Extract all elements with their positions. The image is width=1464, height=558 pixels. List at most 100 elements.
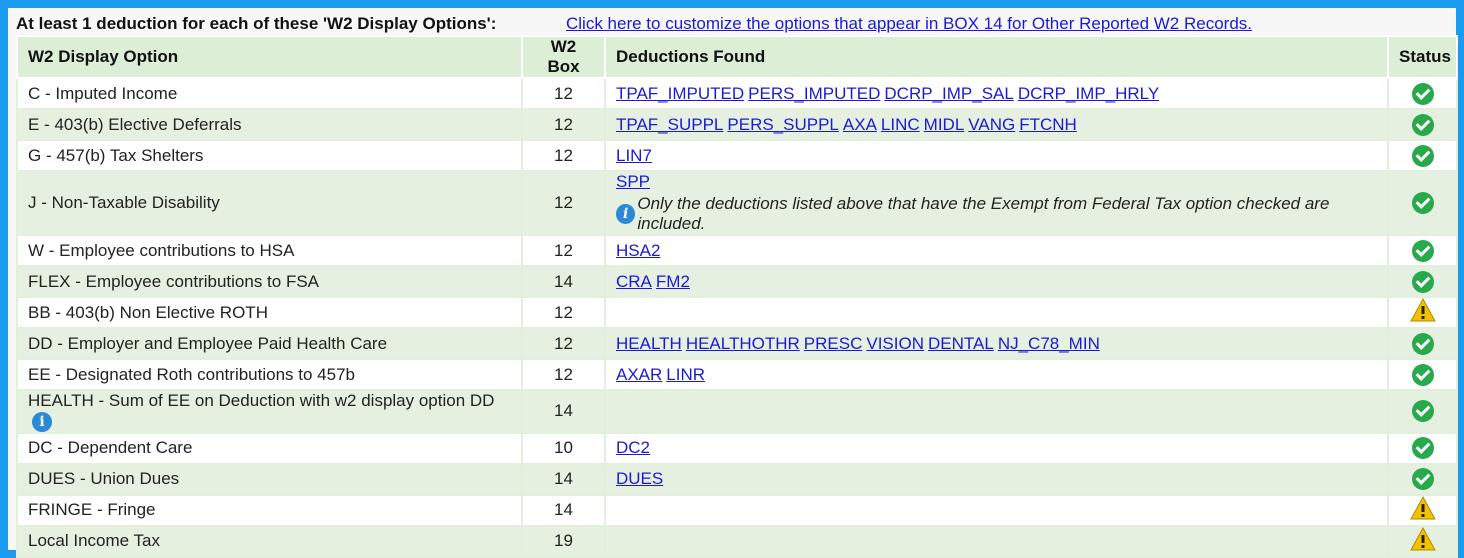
col-header-box[interactable]: W2 Box xyxy=(521,35,606,79)
deduction-link[interactable]: AXAR xyxy=(616,365,662,384)
table-row: BB - 403(b) Non Elective ROTH 12 xyxy=(16,296,1458,329)
option-label: E - 403(b) Elective Deferrals xyxy=(28,114,242,134)
deductions-cell xyxy=(604,493,1389,527)
status-cell xyxy=(1387,358,1458,391)
w2-box-cell: 14 xyxy=(521,265,606,298)
table-row: C - Imputed Income 12 TPAF_IMPUTED PERS_IMP… xyxy=(16,77,1458,110)
status-cell xyxy=(1387,389,1458,434)
w2-box-cell: 14 xyxy=(521,493,606,527)
deduction-link[interactable]: LINC xyxy=(881,115,920,134)
deduction-link[interactable]: DCRP_IMP_SAL xyxy=(884,84,1013,103)
deduction-link[interactable]: PRESC xyxy=(804,334,863,353)
deduction-link[interactable]: VISION xyxy=(866,334,924,353)
option-cell: Local Income Tax xyxy=(16,524,523,558)
option-cell: DC - Dependent Care xyxy=(16,431,523,465)
option-cell: EE - Designated Roth contributions to 45… xyxy=(16,358,523,391)
customize-box14-link[interactable]: Click here to customize the options that… xyxy=(566,14,1252,34)
option-cell: BB - 403(b) Non Elective ROTH xyxy=(16,296,523,329)
table-row: EE - Designated Roth contributions to 45… xyxy=(16,358,1458,391)
option-cell: DD - Employer and Employee Paid Health C… xyxy=(16,327,523,360)
deductions-cell: SPP i Only the deductions listed above tha… xyxy=(604,170,1389,236)
check-circle-icon xyxy=(1411,239,1434,262)
deduction-link[interactable]: LINR xyxy=(666,365,705,384)
deduction-link[interactable]: LIN7 xyxy=(616,146,652,165)
deductions-cell: DUES xyxy=(604,462,1389,496)
w2-box-cell: 19 xyxy=(521,524,606,558)
deduction-link[interactable]: PERS_SUPPL xyxy=(727,115,839,134)
col-header-status[interactable]: Status xyxy=(1387,35,1458,79)
check-circle-icon xyxy=(1411,400,1434,423)
option-cell: W - Employee contributions to HSA xyxy=(16,234,523,267)
deduction-links: HEALTH HEALTHOTHR PRESC VISION DENTAL NJ_C78_… xyxy=(616,334,1377,354)
status-cell xyxy=(1387,234,1458,267)
deduction-link[interactable]: DCRP_IMP_HRLY xyxy=(1018,84,1159,103)
deduction-links: DUES xyxy=(616,469,1377,489)
exempt-note: i Only the deductions listed above that h… xyxy=(616,194,1377,234)
deduction-link[interactable]: DC2 xyxy=(616,438,650,457)
check-circle-icon xyxy=(1411,437,1434,460)
option-cell: C - Imputed Income xyxy=(16,77,523,110)
deductions-cell: HEALTH HEALTHOTHR PRESC VISION DENTAL NJ_C78_… xyxy=(604,327,1389,360)
deduction-link[interactable]: TPAF_IMPUTED xyxy=(616,84,744,103)
section-title: At least 1 deduction for each of these '… xyxy=(16,14,497,33)
deduction-link[interactable]: PERS_IMPUTED xyxy=(748,84,880,103)
deduction-link[interactable]: DUES xyxy=(616,469,663,488)
deduction-link[interactable]: HSA2 xyxy=(616,241,660,260)
check-circle-icon xyxy=(1411,82,1434,105)
check-circle-icon xyxy=(1411,113,1434,136)
deduction-link[interactable]: CRA xyxy=(616,272,652,291)
status-cell xyxy=(1387,462,1458,496)
deduction-link[interactable]: MIDL xyxy=(924,115,965,134)
table-row: G - 457(b) Tax Shelters 12 LIN7 xyxy=(16,139,1458,172)
deduction-panel: At least 1 deduction for each of these '… xyxy=(8,8,1458,558)
deduction-link[interactable]: FM2 xyxy=(656,272,690,291)
w2-box-cell: 14 xyxy=(521,389,606,434)
deduction-link[interactable]: NJ_C78_MIN xyxy=(998,334,1100,353)
deduction-links: SPP xyxy=(616,172,1377,192)
col-header-option[interactable]: W2 Display Option xyxy=(16,35,523,79)
status-cell xyxy=(1387,77,1458,110)
deduction-link[interactable]: HEALTH xyxy=(616,334,682,353)
table-row: Local Income Tax 19 xyxy=(16,524,1458,558)
deduction-link[interactable]: FTCNH xyxy=(1019,115,1077,134)
deductions-cell: AXAR LINR xyxy=(604,358,1389,391)
deduction-link[interactable]: TPAF_SUPPL xyxy=(616,115,723,134)
option-label: DD - Employer and Employee Paid Health C… xyxy=(28,333,388,353)
w2-box-cell: 10 xyxy=(521,431,606,465)
status-cell xyxy=(1387,431,1458,465)
status-cell xyxy=(1387,139,1458,172)
status-cell xyxy=(1387,108,1458,141)
w2-box-cell: 12 xyxy=(521,327,606,360)
deductions-cell: TPAF_SUPPL PERS_SUPPL AXA LINC MIDL VANG FTCNH xyxy=(604,108,1389,141)
deduction-links: CRA FM2 xyxy=(616,272,1377,292)
table-row: E - 403(b) Elective Deferrals 12 TPAF_SUPP… xyxy=(16,108,1458,141)
table-row: DD - Employer and Employee Paid Health C… xyxy=(16,327,1458,360)
col-header-deductions[interactable]: Deductions Found xyxy=(604,35,1389,79)
option-cell: FLEX - Employee contributions to FSA xyxy=(16,265,523,298)
table-header-row: W2 Display Option W2 Box Deductions Foun… xyxy=(16,35,1458,79)
w2-box-cell: 12 xyxy=(521,358,606,391)
deduction-link[interactable]: VANG xyxy=(968,115,1015,134)
w2-box-cell: 12 xyxy=(521,170,606,236)
status-cell xyxy=(1387,327,1458,360)
deduction-links: AXAR LINR xyxy=(616,365,1377,385)
option-label: BB - 403(b) Non Elective ROTH xyxy=(28,302,268,322)
deductions-cell: DC2 xyxy=(604,431,1389,465)
deductions-cell xyxy=(604,389,1389,434)
deduction-link[interactable]: HEALTHOTHR xyxy=(686,334,800,353)
info-icon: i xyxy=(616,204,636,224)
check-circle-icon xyxy=(1411,332,1434,355)
w2-box-cell: 12 xyxy=(521,108,606,141)
deduction-link[interactable]: SPP xyxy=(616,172,650,191)
option-label: C - Imputed Income xyxy=(28,83,178,103)
info-icon[interactable]: i xyxy=(32,411,52,432)
option-label: FRINGE - Fringe xyxy=(28,500,156,520)
exempt-note-text: Only the deductions listed above that ha… xyxy=(637,194,1330,233)
status-cell xyxy=(1387,296,1458,329)
warning-triangle-icon xyxy=(1409,495,1436,525)
table-row: FRINGE - Fringe 14 xyxy=(16,493,1458,527)
option-cell: J - Non-Taxable Disability xyxy=(16,170,523,236)
deduction-link[interactable]: AXA xyxy=(843,115,877,134)
deduction-link[interactable]: DENTAL xyxy=(928,334,994,353)
w2-box-cell: 14 xyxy=(521,462,606,496)
